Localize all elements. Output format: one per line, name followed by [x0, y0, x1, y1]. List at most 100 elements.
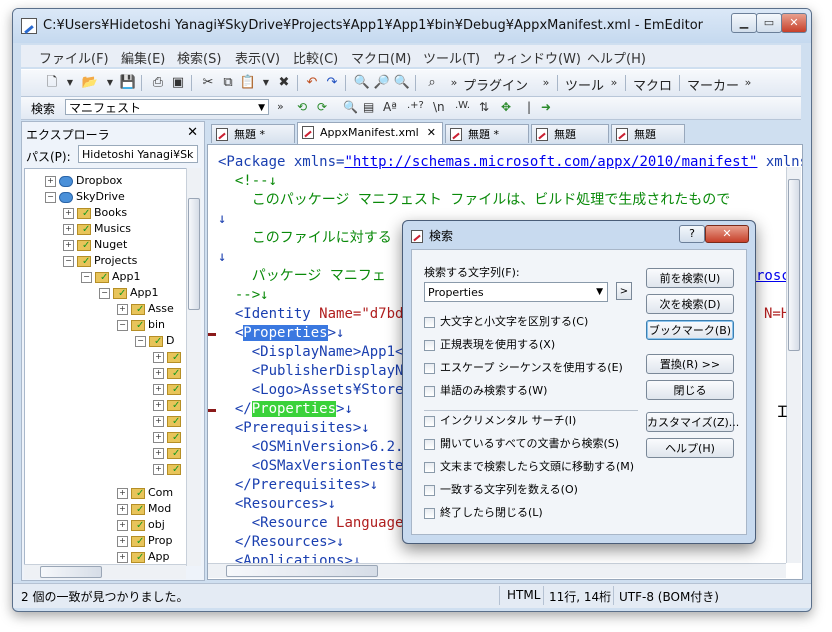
tree-item[interactable]: +Prop — [117, 533, 172, 550]
search-string-input[interactable]: Properties ▼ — [424, 282, 608, 302]
tree-item[interactable]: + — [153, 381, 184, 398]
dialog-close-button[interactable]: ✕ — [705, 225, 749, 243]
scrollbar-thumb[interactable] — [40, 566, 102, 578]
tree-item[interactable]: −App1 — [81, 269, 141, 286]
incremental-icon[interactable]: ⇅ — [479, 100, 489, 114]
tree-item[interactable]: +Musics — [63, 221, 131, 238]
chevron-icon[interactable]: » — [537, 74, 555, 92]
find-next-icon[interactable]: 🔎 — [373, 74, 391, 92]
status-position[interactable]: 11行, 14桁 — [549, 588, 611, 605]
search-options-button[interactable]: > — [616, 282, 632, 300]
chevron-icon[interactable]: » — [605, 74, 623, 92]
chevron-icon[interactable]: » — [739, 74, 757, 92]
menu-edit[interactable]: 編集(E) — [121, 48, 165, 67]
tree-item[interactable]: +Asse — [117, 301, 174, 318]
tab-untitled-1[interactable]: 無題 * — [211, 124, 295, 143]
tab-untitled-3[interactable]: 無題 — [531, 124, 609, 143]
tree-item[interactable]: + Dropbox — [45, 173, 122, 189]
tree-item[interactable]: +App — [117, 549, 170, 565]
close-button[interactable]: 閉じる — [646, 380, 734, 400]
checkbox[interactable] — [424, 507, 435, 519]
menu-view[interactable]: 表示(V) — [235, 48, 280, 67]
search-doc-icon[interactable]: ▤ — [363, 100, 374, 114]
option-match-case[interactable]: 大文字と小文字を区別する(C) — [424, 314, 588, 330]
maximize-button[interactable]: ▭ — [756, 13, 782, 33]
bookmark-button[interactable]: ブックマーク(B) — [646, 320, 734, 340]
tree-item[interactable]: − SkyDrive — [45, 189, 125, 205]
regex-icon[interactable]: .+? — [407, 100, 424, 111]
tree-item[interactable]: −D — [135, 333, 174, 350]
tree-item[interactable]: + — [153, 461, 184, 478]
tree-item[interactable]: +Mod — [117, 501, 171, 518]
checkbox[interactable] — [424, 484, 435, 496]
next-arrow-icon[interactable]: ➜ — [541, 100, 551, 114]
close-button[interactable]: ✕ — [781, 13, 807, 33]
redo-icon[interactable]: ↷ — [323, 74, 341, 92]
print-preview-icon[interactable]: ▣ — [169, 74, 187, 92]
tab-untitled-2[interactable]: 無題 * — [445, 124, 529, 143]
option-close-when-done[interactable]: 終了したら閉じる(L) — [424, 505, 543, 521]
tree-item[interactable]: +Com — [117, 485, 173, 502]
cut-icon[interactable]: ✂ — [199, 74, 217, 92]
path-input[interactable]: Hidetoshi Yanagi¥Sk — [78, 145, 198, 163]
option-regex[interactable]: 正規表現を使用する(X) — [424, 337, 555, 353]
checkbox[interactable] — [424, 316, 435, 328]
menu-file[interactable]: ファイル(F) — [39, 48, 109, 67]
tree-item[interactable]: + — [153, 397, 184, 414]
option-count-matches[interactable]: 一致する文字列を数える(O) — [424, 482, 578, 498]
replace-button[interactable]: 置換(R) >> — [646, 354, 734, 374]
customize-button[interactable]: カスタマイズ(Z)... — [646, 412, 739, 432]
collapse-icon[interactable]: − — [45, 191, 56, 203]
tree-item[interactable]: −App1 — [99, 285, 159, 302]
print-icon[interactable]: ⎙ — [149, 74, 167, 92]
open-folder-icon[interactable]: 📂 — [81, 74, 99, 92]
checkbox[interactable] — [424, 415, 435, 427]
menu-search[interactable]: 検索(S) — [177, 48, 221, 67]
match-case-icon[interactable]: Aª — [383, 100, 397, 114]
expand-icon[interactable]: + — [117, 503, 128, 515]
tree-item[interactable]: + — [153, 429, 184, 446]
expand-icon[interactable]: + — [63, 239, 74, 251]
find-next-icon[interactable]: ⟲ — [297, 100, 307, 114]
tree-item[interactable]: + — [153, 365, 184, 382]
tree-item[interactable]: +Nuget — [63, 237, 127, 254]
menu-help[interactable]: ヘルプ(H) — [587, 48, 646, 67]
status-encoding[interactable]: UTF-8 (BOM付き) — [619, 588, 719, 605]
expand-icon[interactable]: + — [63, 223, 74, 235]
tab-appxmanifest[interactable]: AppxManifest.xml ✕ — [297, 122, 443, 144]
expand-icon[interactable]: + — [117, 535, 128, 547]
find-next-button[interactable]: 次を検索(D) — [646, 294, 734, 314]
replace-icon[interactable]: ⌕ — [423, 74, 441, 92]
menu-macro[interactable]: マクロ(M) — [351, 48, 411, 67]
tab-untitled-4[interactable]: 無題 — [611, 124, 685, 143]
explorer-close-icon[interactable]: ✕ — [187, 125, 198, 140]
paste-icon[interactable]: 📋 — [239, 74, 257, 92]
help-button[interactable]: ヘルプ(H) — [646, 438, 734, 458]
escape-icon[interactable]: \n — [433, 100, 445, 114]
checkbox[interactable] — [424, 339, 435, 351]
tree-item[interactable]: + — [153, 413, 184, 430]
tree-item[interactable]: + — [153, 445, 184, 462]
editor-vertical-scrollbar[interactable] — [786, 167, 801, 563]
search-icon[interactable]: 🔍 — [343, 100, 358, 114]
option-incremental[interactable]: インクリメンタル サーチ(I) — [424, 413, 576, 429]
menu-window[interactable]: ウィンドウ(W) — [493, 48, 581, 67]
new-file-icon[interactable]: 🗋 — [43, 74, 61, 92]
tree-item[interactable]: +Books — [63, 205, 127, 222]
collapse-icon[interactable]: − — [63, 255, 74, 267]
expand-icon[interactable]: + — [63, 207, 74, 219]
option-all-documents[interactable]: 開いているすべての文書から検索(S) — [424, 436, 619, 452]
toolbar-plugins[interactable]: プラグイン — [463, 75, 528, 94]
chevron-down-icon[interactable]: ▼ — [596, 283, 603, 302]
chevron-down-icon[interactable]: ▼ — [258, 100, 265, 116]
expand-icon[interactable]: + — [117, 551, 128, 563]
find-previous-button[interactable]: 前を検索(U) — [646, 268, 734, 288]
collapse-icon[interactable]: − — [117, 319, 128, 331]
toolbar-tools[interactable]: ツール — [565, 75, 604, 94]
status-mode[interactable]: HTML — [507, 588, 540, 602]
option-wrap-around[interactable]: 文末まで検索したら文頭に移動する(M) — [424, 459, 634, 475]
menu-tools[interactable]: ツール(T) — [423, 48, 480, 67]
menu-compare[interactable]: 比較(C) — [293, 48, 338, 67]
expand-icon[interactable]: + — [117, 519, 128, 531]
tree-item[interactable]: +obj — [117, 517, 165, 534]
